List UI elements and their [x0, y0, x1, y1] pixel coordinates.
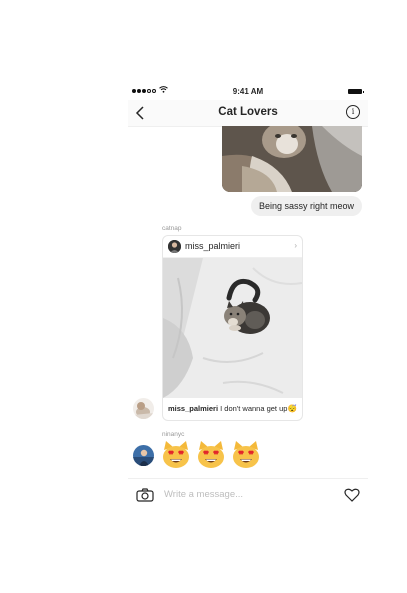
post-author-username: miss_palmieri [185, 241, 241, 251]
like-button[interactable] [344, 488, 360, 502]
info-button[interactable]: i [346, 105, 360, 119]
post-author-avatar [168, 240, 181, 253]
battery-icon [348, 89, 364, 94]
status-time: 9:41 AM [232, 87, 264, 96]
sent-text-bubble[interactable]: Being sassy right meow [250, 196, 362, 216]
status-bar: 9:41 AM [128, 84, 368, 100]
thread-header: Cat Lovers i [128, 100, 368, 127]
sender-name: ninanyc [162, 431, 185, 438]
heart-eyes-cat-emoji[interactable] [161, 440, 191, 470]
chevron-right-icon: › [294, 241, 297, 250]
message-input[interactable] [164, 489, 334, 500]
dm-thread-screen: 9:41 AM Cat Lovers i Being sassy right m… [128, 84, 368, 514]
shared-post-card[interactable]: miss_palmieri › miss_palmieri I don't wa… [162, 235, 303, 421]
caption-text: I don't wanna get up😴 [220, 404, 297, 413]
sender-name: catnap [162, 225, 182, 232]
heart-eyes-cat-emoji[interactable] [196, 440, 226, 470]
cat-on-sheets-photo [163, 258, 302, 398]
shared-post-header[interactable]: miss_palmieri › [163, 236, 302, 258]
sender-avatar[interactable] [133, 445, 154, 466]
thread-title: Cat Lovers [218, 106, 278, 118]
cat-photo [222, 126, 362, 192]
sender-avatar[interactable] [133, 398, 154, 419]
info-icon: i [351, 107, 355, 116]
sent-photo-message[interactable] [222, 126, 362, 192]
heart-eyes-cat-emoji[interactable] [231, 440, 261, 470]
post-caption: miss_palmieri I don't wanna get up😴 [168, 404, 297, 413]
post-photo[interactable] [163, 258, 302, 398]
caption-username: miss_palmieri [168, 404, 219, 413]
message-composer [128, 478, 368, 513]
camera-icon [136, 488, 154, 502]
heart-icon [344, 488, 360, 502]
camera-button[interactable] [136, 488, 154, 502]
